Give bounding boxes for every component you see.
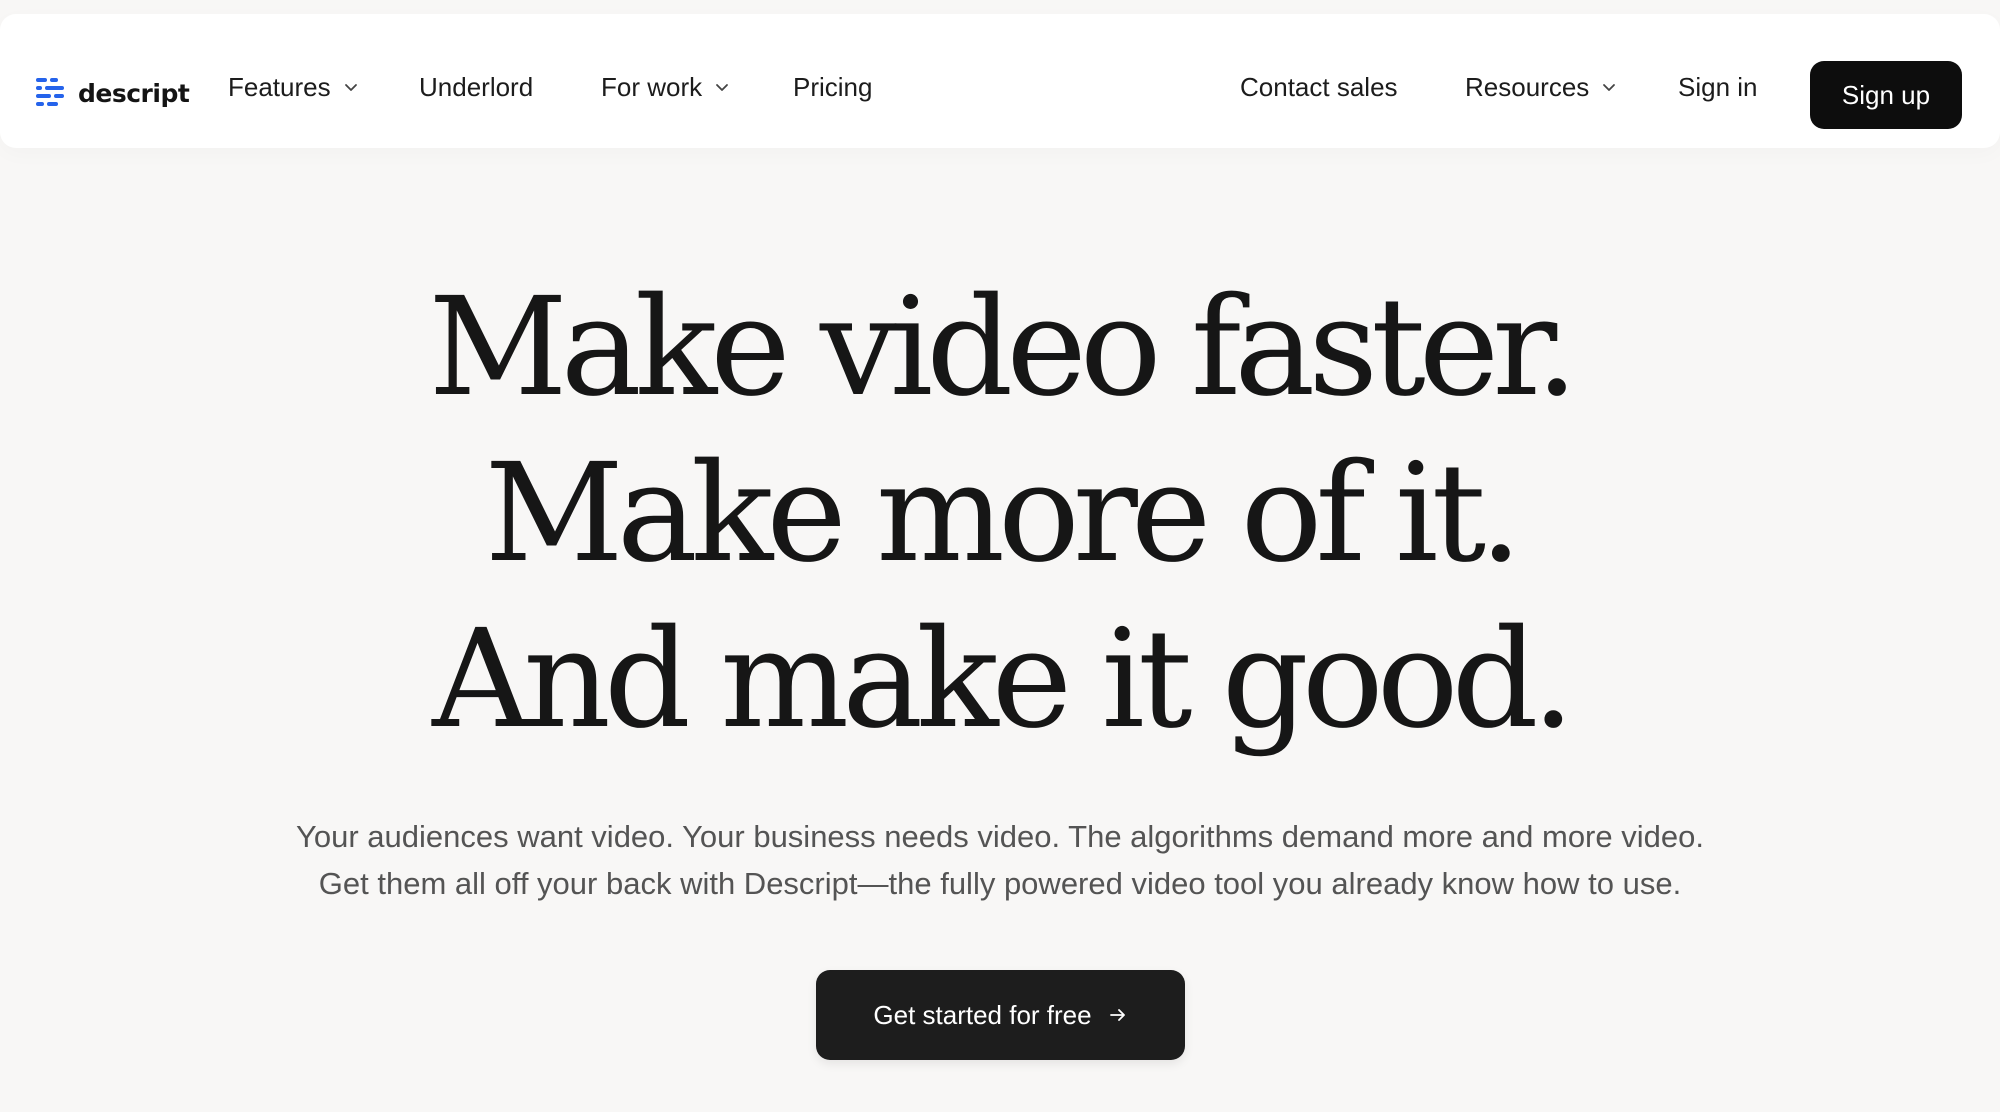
hero-headline: Make video faster. Make more of it. And … (0, 265, 2000, 763)
nav-features-label: Features (228, 72, 331, 102)
sign-up-button[interactable]: Sign up (1810, 61, 1962, 129)
chevron-down-icon (716, 84, 729, 91)
brand-name: descript (78, 78, 190, 108)
nav-pricing-link[interactable]: Pricing (793, 72, 872, 103)
chevron-down-icon (1603, 84, 1616, 91)
chevron-down-icon (344, 84, 357, 91)
descript-logo[interactable]: descript (36, 76, 190, 110)
subtitle-line-1: Your audiences want video. Your business… (296, 819, 1704, 854)
nav-for-work-label: For work (601, 72, 703, 102)
nav-resources-label: Resources (1465, 72, 1590, 102)
nav-for-work-menu[interactable]: For work (601, 72, 729, 103)
nav-sign-in-label: Sign in (1678, 72, 1758, 102)
nav-resources-menu[interactable]: Resources (1465, 72, 1616, 103)
descript-logo-icon (36, 78, 64, 106)
nav-contact-sales-link[interactable]: Contact sales (1240, 72, 1398, 103)
nav-sign-in-link[interactable]: Sign in (1678, 72, 1758, 103)
nav-underlord-label: Underlord (419, 72, 534, 102)
headline-line-3: And make it good. (432, 601, 1575, 759)
nav-pricing-label: Pricing (793, 72, 873, 102)
get-started-label: Get started for free (873, 999, 1092, 1030)
headline-line-2: Make more of it. (484, 435, 1523, 593)
subtitle-line-2: Get them all off your back with Descript… (318, 866, 1682, 901)
nav-contact-sales-label: Contact sales (1240, 72, 1398, 102)
nav-underlord-link[interactable]: Underlord (419, 72, 533, 103)
get-started-button[interactable]: Get started for free (816, 970, 1185, 1060)
headline-line-1: Make video faster. (428, 269, 1578, 427)
nav-features-menu[interactable]: Features (228, 72, 358, 103)
top-navigation: descript Features Underlord For work Pri… (0, 14, 2000, 148)
arrow-right-icon (1109, 1009, 1125, 1021)
hero-subtitle: Your audiences want video. Your business… (0, 813, 2000, 907)
